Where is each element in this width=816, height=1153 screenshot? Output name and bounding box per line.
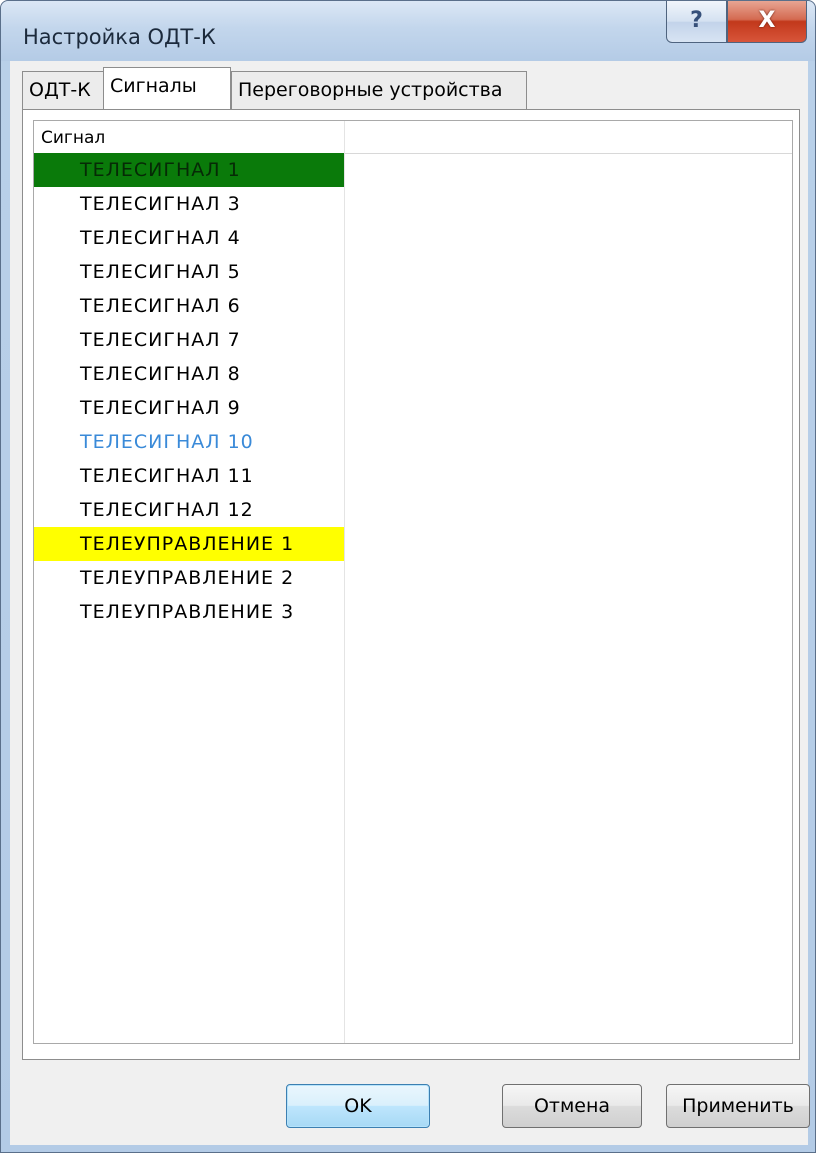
settings-dialog: Настройка ОДТ-К ? X ОДТ-К Сигналы Перего… <box>0 0 816 1153</box>
ok-button[interactable]: OK <box>286 1084 430 1128</box>
signal-rows: ТЕЛЕСИГНАЛ 1 ТЕЛЕСИГНАЛ 3 ТЕЛЕСИГНАЛ 4 ТЕЛЕ… <box>34 153 344 629</box>
tab-intercom-devices[interactable]: Переговорные устройства <box>231 71 527 109</box>
dialog-client-area: ОДТ-К Сигналы Переговорные устройства Си… <box>10 61 810 1145</box>
tab-signals[interactable]: Сигналы <box>103 67 231 109</box>
close-button[interactable]: X <box>727 1 807 43</box>
close-icon: X <box>758 8 776 33</box>
list-item[interactable]: ТЕЛЕСИГНАЛ 7 <box>34 323 344 357</box>
list-item[interactable]: ТЕЛЕСИГНАЛ 1 <box>34 153 344 187</box>
signals-tab-panel: Сигнал ТЕЛЕСИГНАЛ 1 ТЕЛЕСИГНАЛ 3 ТЕЛЕСИГНА… <box>22 109 800 1060</box>
list-item[interactable]: ТЕЛЕСИГНАЛ 12 <box>34 493 344 527</box>
list-item[interactable]: ТЕЛЕУПРАВЛЕНИЕ 1 <box>34 527 344 561</box>
tab-label: ОДТ-К <box>29 79 91 101</box>
title-bar[interactable]: Настройка ОДТ-К ? X <box>1 1 815 61</box>
signals-list[interactable]: Сигнал ТЕЛЕСИГНАЛ 1 ТЕЛЕСИГНАЛ 3 ТЕЛЕСИГНА… <box>33 120 793 1044</box>
column-header-signal[interactable]: Сигнал <box>34 121 344 153</box>
list-item[interactable]: ТЕЛЕСИГНАЛ 9 <box>34 391 344 425</box>
list-item[interactable]: ТЕЛЕСИГНАЛ 3 <box>34 187 344 221</box>
help-button[interactable]: ? <box>666 1 727 43</box>
tab-label: Сигналы <box>110 75 197 97</box>
list-item[interactable]: ТЕЛЕУПРАВЛЕНИЕ 2 <box>34 561 344 595</box>
list-header: Сигнал <box>34 121 792 154</box>
apply-button[interactable]: Применить <box>666 1084 810 1128</box>
tab-odt-k[interactable]: ОДТ-К <box>22 71 105 109</box>
list-item[interactable]: ТЕЛЕСИГНАЛ 6 <box>34 289 344 323</box>
help-icon: ? <box>690 8 703 33</box>
list-item[interactable]: ТЕЛЕСИГНАЛ 10 <box>34 425 344 459</box>
tab-label: Переговорные устройства <box>238 79 503 101</box>
list-item[interactable]: ТЕЛЕУПРАВЛЕНИЕ 3 <box>34 595 344 629</box>
list-item[interactable]: ТЕЛЕСИГНАЛ 11 <box>34 459 344 493</box>
cancel-button[interactable]: Отмена <box>502 1084 642 1128</box>
list-item[interactable]: ТЕЛЕСИГНАЛ 5 <box>34 255 344 289</box>
list-item[interactable]: ТЕЛЕСИГНАЛ 8 <box>34 357 344 391</box>
list-item[interactable]: ТЕЛЕСИГНАЛ 4 <box>34 221 344 255</box>
window-title: Настройка ОДТ-К <box>23 25 216 49</box>
column-separator-line <box>344 121 345 1043</box>
